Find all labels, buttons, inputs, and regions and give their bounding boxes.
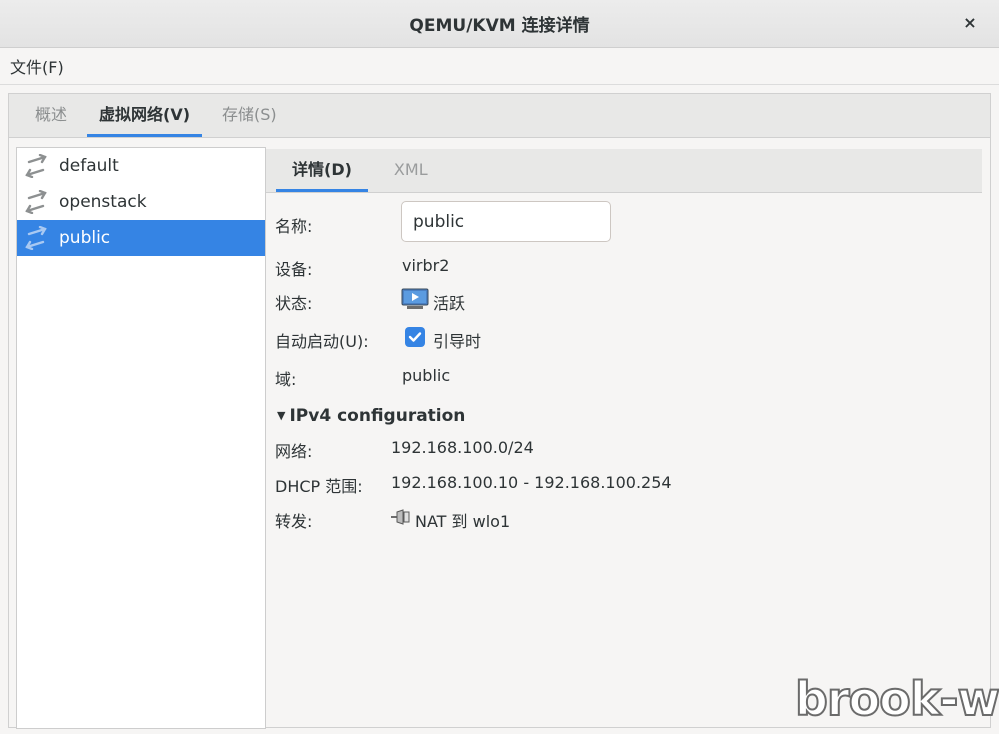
state-label: 状态: bbox=[275, 294, 313, 313]
close-icon[interactable]: × bbox=[959, 12, 981, 34]
network-name: default bbox=[59, 156, 119, 176]
ipv4-expander[interactable]: ▼ IPv4 configuration bbox=[277, 406, 465, 426]
list-item-default[interactable]: default bbox=[17, 148, 265, 184]
watermark: brook-w bbox=[794, 671, 999, 727]
menu-bar: 文件(F) bbox=[0, 48, 999, 85]
forward-value: NAT 到 wlo1 bbox=[415, 512, 511, 531]
network-list: default openstack public bbox=[16, 147, 266, 729]
monitor-play-icon bbox=[401, 288, 429, 309]
plug-icon bbox=[391, 509, 410, 525]
forward-label: 转发: bbox=[275, 512, 313, 531]
network-arrows-icon bbox=[25, 190, 47, 214]
dhcp-value: 192.168.100.10 - 192.168.100.254 bbox=[391, 473, 672, 492]
tab-details[interactable]: 详情(D) bbox=[276, 149, 368, 192]
network-value: 192.168.100.0/24 bbox=[391, 438, 534, 457]
dhcp-label: DHCP 范围: bbox=[275, 477, 363, 496]
window-title: QEMU/KVM 连接详情 bbox=[409, 16, 590, 36]
menu-file[interactable]: 文件(F) bbox=[0, 54, 74, 78]
triangle-down-icon: ▼ bbox=[277, 409, 286, 422]
list-item-public[interactable]: public bbox=[17, 220, 265, 256]
tab-storage[interactable]: 存储(S) bbox=[210, 93, 289, 137]
tab-xml[interactable]: XML bbox=[378, 149, 444, 192]
network-arrows-icon bbox=[25, 226, 47, 250]
list-item-openstack[interactable]: openstack bbox=[17, 184, 265, 220]
network-label: 网络: bbox=[275, 442, 313, 461]
title-bar: QEMU/KVM 连接详情 × bbox=[0, 0, 999, 48]
domain-label: 域: bbox=[275, 370, 297, 389]
outer-tab-bar: 概述 虚拟网络(V) 存储(S) bbox=[8, 93, 991, 138]
checkmark-icon bbox=[408, 332, 422, 342]
autostart-checkbox[interactable] bbox=[405, 327, 425, 347]
state-value: 活跃 bbox=[433, 294, 466, 313]
ipv4-heading: IPv4 configuration bbox=[289, 406, 466, 426]
autostart-label: 自动启动(U): bbox=[275, 332, 369, 351]
name-field-value: public bbox=[413, 211, 465, 232]
name-label: 名称: bbox=[275, 217, 313, 236]
tab-overview[interactable]: 概述 bbox=[23, 93, 79, 137]
device-label: 设备: bbox=[275, 260, 313, 279]
name-field[interactable]: public bbox=[401, 201, 611, 242]
device-value: virbr2 bbox=[402, 256, 450, 275]
network-arrows-icon bbox=[25, 154, 47, 178]
tab-virtual-networks[interactable]: 虚拟网络(V) bbox=[87, 93, 203, 137]
autostart-value: 引导时 bbox=[433, 332, 482, 351]
network-name: openstack bbox=[59, 192, 147, 212]
network-name: public bbox=[59, 228, 111, 248]
inner-tab-bar: 详情(D) XML bbox=[266, 149, 982, 193]
domain-value: public bbox=[402, 366, 451, 385]
